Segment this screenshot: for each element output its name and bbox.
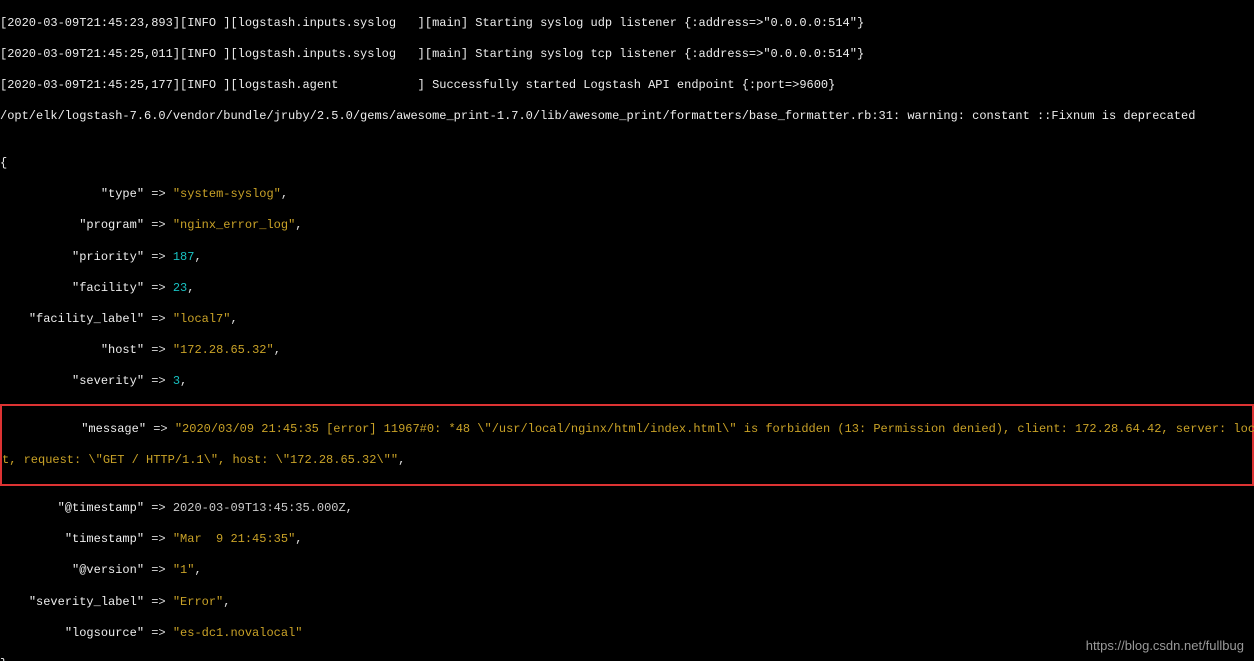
highlight-box-1: "message" => "2020/03/09 21:45:35 [error…	[0, 404, 1254, 486]
watermark-text: https://blog.csdn.net/fullbug	[1086, 638, 1244, 655]
log-line: [2020-03-09T21:45:25,011][INFO ][logstas…	[0, 47, 1254, 63]
kv-row: "timestamp" => "Mar 9 21:45:35",	[0, 532, 1254, 548]
kv-row: "program" => "nginx_error_log",	[0, 218, 1254, 234]
kv-row: "facility_label" => "local7",	[0, 312, 1254, 328]
log-line: /opt/elk/logstash-7.6.0/vendor/bundle/jr…	[0, 109, 1254, 125]
terminal-output: [2020-03-09T21:45:23,893][INFO ][logstas…	[0, 0, 1254, 661]
kv-row: "facility" => 23,	[0, 281, 1254, 297]
kv-row: "message" => "2020/03/09 21:45:35 [error…	[2, 422, 1252, 438]
kv-row: "@version" => "1",	[0, 563, 1254, 579]
kv-row: "logsource" => "es-dc1.novalocal"	[0, 626, 1254, 642]
kv-row-continuation: t, request: \"GET / HTTP/1.1\", host: \"…	[2, 453, 1252, 469]
kv-row: "type" => "system-syslog",	[0, 187, 1254, 203]
log-line: [2020-03-09T21:45:25,177][INFO ][logstas…	[0, 78, 1254, 94]
open-brace: {	[0, 156, 1254, 172]
kv-row: "severity_label" => "Error",	[0, 595, 1254, 611]
kv-row: "priority" => 187,	[0, 250, 1254, 266]
kv-row: "host" => "172.28.65.32",	[0, 343, 1254, 359]
log-line: [2020-03-09T21:45:23,893][INFO ][logstas…	[0, 16, 1254, 32]
kv-row: "severity" => 3,	[0, 374, 1254, 390]
kv-row: "@timestamp" => 2020-03-09T13:45:35.000Z…	[0, 501, 1254, 517]
close-brace: }	[0, 657, 1254, 661]
